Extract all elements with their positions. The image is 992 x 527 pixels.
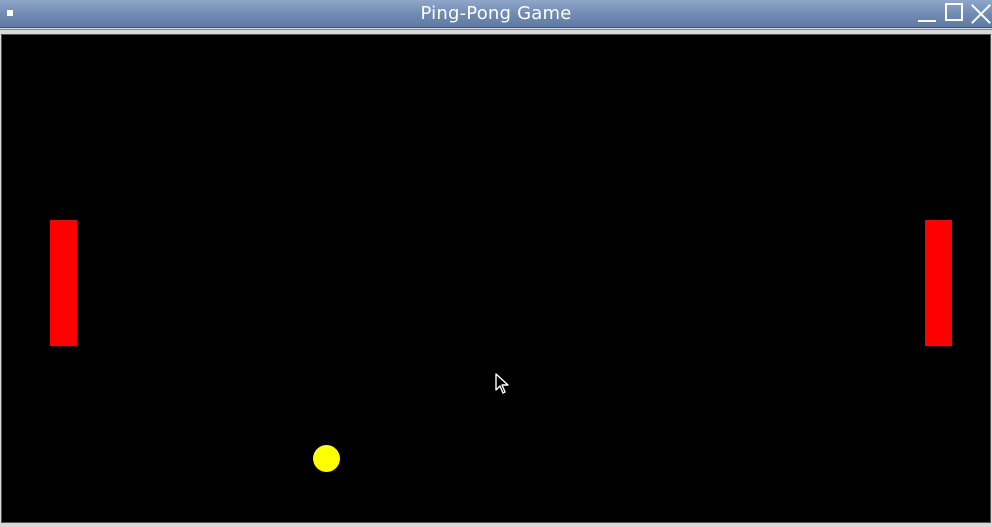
mouse-pointer-icon	[495, 373, 509, 394]
close-icon[interactable]	[970, 2, 992, 24]
minimize-icon[interactable]	[915, 2, 937, 24]
window-title: Ping-Pong Game	[420, 3, 572, 24]
game-canvas[interactable]	[1, 34, 991, 523]
ball	[313, 445, 340, 472]
maximize-icon[interactable]	[944, 2, 966, 24]
game-frame	[0, 29, 992, 527]
app-window: Ping-Pong Game	[0, 0, 992, 527]
title-bar[interactable]: Ping-Pong Game	[0, 0, 992, 28]
left-paddle	[50, 220, 77, 346]
right-paddle	[925, 220, 952, 346]
